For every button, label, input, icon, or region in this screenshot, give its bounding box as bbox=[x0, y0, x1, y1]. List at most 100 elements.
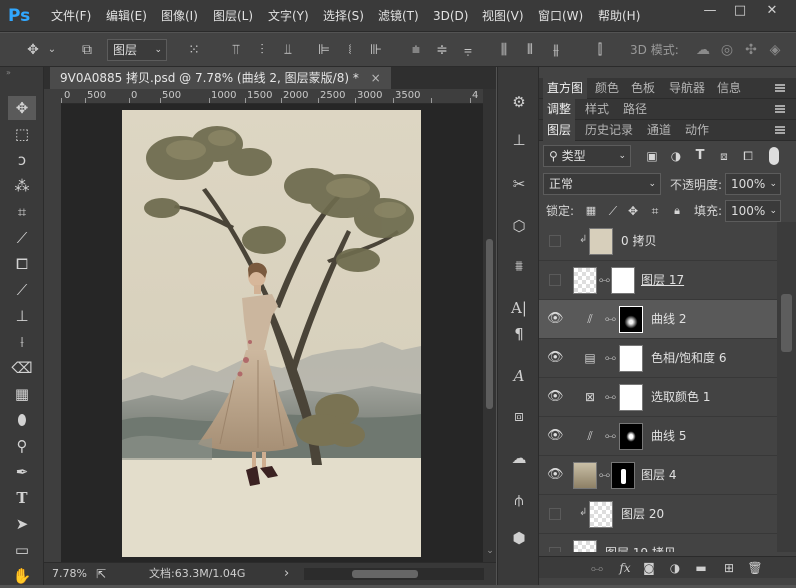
layer-row[interactable]: 👁︎ ▤ ⧟ 色相/饱和度 6 bbox=[539, 339, 777, 378]
minimize-button[interactable]: — bbox=[697, 2, 723, 20]
move-tool-icon[interactable]: ✥ bbox=[8, 96, 36, 120]
stamp-icon[interactable]: ⊥ bbox=[506, 127, 532, 153]
dodge-tool-icon[interactable]: ⚲ bbox=[8, 434, 36, 458]
visibility-toggle[interactable] bbox=[549, 547, 561, 552]
layer-select-dropdown[interactable]: 图层 ⌄ bbox=[107, 39, 167, 61]
align-top-icon[interactable]: ⫪ bbox=[226, 33, 246, 67]
3d-pan-icon[interactable]: ✣ bbox=[740, 33, 762, 67]
tab-color[interactable]: 颜色 bbox=[595, 78, 619, 99]
layer-row-selected[interactable]: 👁︎ ⫽ ⧟ 曲线 2 bbox=[539, 300, 777, 339]
device-preview-icon[interactable]: ⫛ bbox=[506, 487, 532, 513]
panel-menu-icon[interactable] bbox=[775, 84, 785, 92]
menu-select[interactable]: 选择(S) bbox=[323, 0, 364, 32]
brush-tool-icon[interactable]: ⟋ bbox=[8, 278, 36, 302]
filter-pixel-icon[interactable]: ▣ bbox=[643, 147, 661, 165]
canvas-vertical-scrollbar[interactable]: ⌄ bbox=[483, 89, 496, 562]
layer-row[interactable]: ⧟ 图层 17 bbox=[539, 261, 777, 300]
filter-shape-icon[interactable]: ⧈ bbox=[715, 147, 733, 165]
brush-settings-icon[interactable]: ⩩ bbox=[506, 253, 532, 279]
distribute-hcenter-icon[interactable]: ⫴ bbox=[520, 33, 540, 67]
eye-icon[interactable]: 👁︎ bbox=[547, 429, 564, 443]
3d-roll-icon[interactable]: ◎ bbox=[716, 33, 738, 67]
lock-position-icon[interactable]: ✥ bbox=[625, 201, 641, 221]
layer-name[interactable]: 曲线 5 bbox=[651, 417, 686, 456]
stamp-tool-icon[interactable]: ⊥ bbox=[8, 304, 36, 328]
menu-filter[interactable]: 滤镜(T) bbox=[378, 0, 419, 32]
lock-all-icon[interactable]: 🔒︎ bbox=[669, 201, 685, 221]
3d-slide-icon[interactable]: ◈ bbox=[764, 33, 786, 67]
tab-histogram[interactable]: 直方图 bbox=[543, 78, 588, 99]
rectangle-tool-icon[interactable]: ▭ bbox=[8, 538, 36, 562]
layer-name[interactable]: 图层 17 bbox=[641, 261, 684, 300]
eye-icon[interactable]: 👁︎ bbox=[547, 468, 564, 482]
package-icon[interactable]: ⬢ bbox=[506, 525, 532, 551]
layer-name[interactable]: 曲线 2 bbox=[651, 300, 686, 339]
layer-name[interactable]: 图层 20 bbox=[621, 495, 664, 534]
align-right-icon[interactable]: ⊪ bbox=[366, 33, 386, 67]
lock-artboard-icon[interactable]: ⌗ bbox=[647, 201, 663, 221]
tab-styles[interactable]: 样式 bbox=[585, 99, 609, 120]
align-left-icon[interactable]: ⊫ bbox=[314, 33, 334, 67]
filter-smart-object-icon[interactable]: ⧠ bbox=[739, 147, 757, 165]
layer-row[interactable]: 👁︎ ⊠ ⧟ 选取颜色 1 bbox=[539, 378, 777, 417]
visibility-toggle[interactable] bbox=[549, 274, 561, 286]
quick-select-tool-icon[interactable]: ⁂ bbox=[8, 174, 36, 198]
menu-type[interactable]: 文字(Y) bbox=[268, 0, 309, 32]
scroll-thumb[interactable] bbox=[352, 570, 418, 578]
paths-icon[interactable]: ⧈ bbox=[506, 403, 532, 429]
distribute-top-icon[interactable]: ⩧ bbox=[406, 33, 426, 67]
blend-mode-dropdown[interactable]: 正常 ⌄ bbox=[543, 173, 661, 195]
3d-orbit-icon[interactable]: ☁ bbox=[692, 33, 714, 67]
horizontal-scrollbar[interactable] bbox=[304, 568, 484, 580]
distribute-left-icon[interactable]: ⫼ bbox=[494, 33, 514, 67]
eraser-tool-icon[interactable]: ⌫ bbox=[8, 356, 36, 380]
layer-name[interactable]: 0 拷贝 bbox=[621, 222, 656, 261]
lock-transparent-icon[interactable]: ▦ bbox=[583, 201, 599, 221]
doc-info[interactable]: 文档:63.3M/1.04G bbox=[149, 563, 245, 585]
delete-layer-icon[interactable]: 🗑︎ bbox=[745, 557, 765, 579]
3d-cube-icon[interactable]: ⬡ bbox=[506, 213, 532, 239]
eyedropper-tool-icon[interactable]: ⟋ bbox=[8, 226, 36, 250]
close-tab-icon[interactable]: × bbox=[371, 71, 381, 85]
filter-type-icon[interactable]: T bbox=[691, 147, 709, 165]
tab-actions[interactable]: 动作 bbox=[685, 120, 709, 141]
move-tool-icon[interactable]: ✥ bbox=[20, 33, 46, 67]
character-icon[interactable]: A| bbox=[506, 295, 532, 321]
menu-help[interactable]: 帮助(H) bbox=[598, 0, 640, 32]
cloud-libraries-icon[interactable]: ☁ bbox=[506, 445, 532, 471]
layer-name[interactable]: 图层 4 bbox=[641, 456, 676, 495]
layers-scrollbar[interactable] bbox=[777, 222, 796, 552]
chevron-down-icon[interactable]: ⌄ bbox=[46, 33, 58, 67]
tab-adjustments[interactable]: 调整 bbox=[543, 99, 576, 120]
layer-filter-dropdown[interactable]: ⚲ 类型 ⌄ bbox=[543, 145, 631, 167]
align-hcenter-icon[interactable]: ⧙ bbox=[340, 33, 360, 67]
fill-input[interactable]: 100% ⌄ bbox=[725, 200, 781, 222]
crop-tool-icon[interactable]: ⌗ bbox=[8, 200, 36, 224]
adjustments-icon[interactable]: ⚙ bbox=[506, 89, 532, 115]
distribute-right-icon[interactable]: ⫵ bbox=[546, 33, 566, 67]
scroll-thumb[interactable] bbox=[486, 239, 493, 409]
menu-edit[interactable]: 编辑(E) bbox=[106, 0, 147, 32]
layer-name[interactable]: 图层 19 拷贝 bbox=[605, 534, 676, 552]
panel-menu-icon[interactable] bbox=[775, 126, 785, 134]
blur-tool-icon[interactable]: ⬮ bbox=[8, 408, 36, 432]
tools-icon[interactable]: ✂ bbox=[506, 171, 532, 197]
status-arrow-icon[interactable]: › bbox=[284, 563, 289, 585]
new-group-icon[interactable]: ▬ bbox=[691, 557, 711, 579]
hand-tool-icon[interactable]: ✋ bbox=[8, 564, 36, 588]
document-canvas[interactable] bbox=[122, 110, 421, 557]
menu-3d[interactable]: 3D(D) bbox=[433, 0, 468, 32]
marquee-tool-icon[interactable]: ⬚ bbox=[8, 122, 36, 146]
distribute-bottom-icon[interactable]: ⩦ bbox=[458, 33, 478, 67]
type-tool-icon[interactable]: T bbox=[8, 486, 36, 510]
menu-file[interactable]: 文件(F) bbox=[51, 0, 91, 32]
distribute-vcenter-icon[interactable]: ≑ bbox=[432, 33, 452, 67]
menu-image[interactable]: 图像(I) bbox=[161, 0, 198, 32]
filter-adjustment-icon[interactable]: ◑ bbox=[667, 147, 685, 165]
close-window-button[interactable]: ✕ bbox=[759, 2, 785, 20]
tab-navigator[interactable]: 导航器 bbox=[669, 78, 705, 99]
zoom-level[interactable]: 7.78% bbox=[52, 563, 87, 585]
tab-swatches[interactable]: 色板 bbox=[631, 78, 655, 99]
new-layer-icon[interactable]: ⊞ bbox=[719, 557, 739, 579]
link-layers-icon[interactable]: ⧟ bbox=[587, 557, 607, 579]
